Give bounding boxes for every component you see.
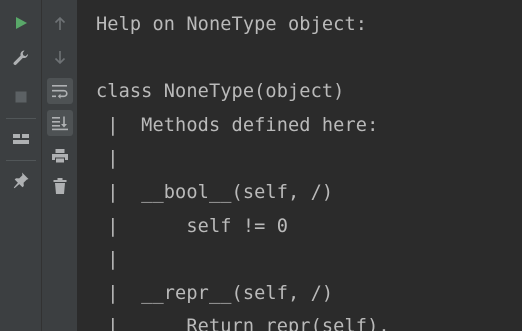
next-occurrence-button[interactable] (47, 44, 73, 70)
settings-button[interactable] (8, 45, 34, 71)
toolbar-divider (6, 118, 36, 119)
scroll-to-end-toggle[interactable] (47, 110, 73, 136)
layout-icon (13, 134, 29, 144)
console-line: | __bool__(self, /) (96, 182, 334, 203)
stop-icon (15, 91, 27, 103)
layout-button[interactable] (8, 126, 34, 152)
console-line: | self != 0 (96, 216, 289, 237)
stop-button[interactable] (8, 84, 34, 110)
previous-occurrence-button[interactable] (47, 11, 73, 37)
console-toolbar (42, 0, 78, 331)
soft-wrap-icon (52, 85, 68, 99)
console-line: | (96, 148, 119, 169)
arrow-up-icon (54, 16, 66, 30)
rerun-button[interactable] (8, 10, 34, 36)
run-toolbar (0, 0, 42, 331)
print-icon (52, 149, 68, 164)
pin-icon (13, 172, 29, 189)
toolbar-divider (6, 160, 36, 161)
scroll-to-end-icon (52, 116, 68, 131)
pin-tab-button[interactable] (8, 167, 34, 193)
wrench-icon (13, 50, 29, 65)
run-icon (16, 17, 27, 29)
print-button[interactable] (47, 143, 73, 169)
console-output[interactable]: Help on NoneType object: class NoneType(… (78, 0, 522, 331)
console-line: | Return repr(self). (96, 316, 390, 331)
console-line: | Methods defined here: (96, 115, 379, 136)
console-line: | (96, 249, 119, 270)
console-line: | __repr__(self, /) (96, 283, 334, 304)
trash-icon (53, 178, 67, 194)
soft-wrap-toggle[interactable] (47, 78, 73, 104)
console-line: Help on NoneType object: (96, 14, 368, 35)
clear-all-button[interactable] (47, 173, 73, 199)
arrow-down-icon (54, 51, 66, 65)
console-line: class NoneType(object) (96, 81, 345, 102)
